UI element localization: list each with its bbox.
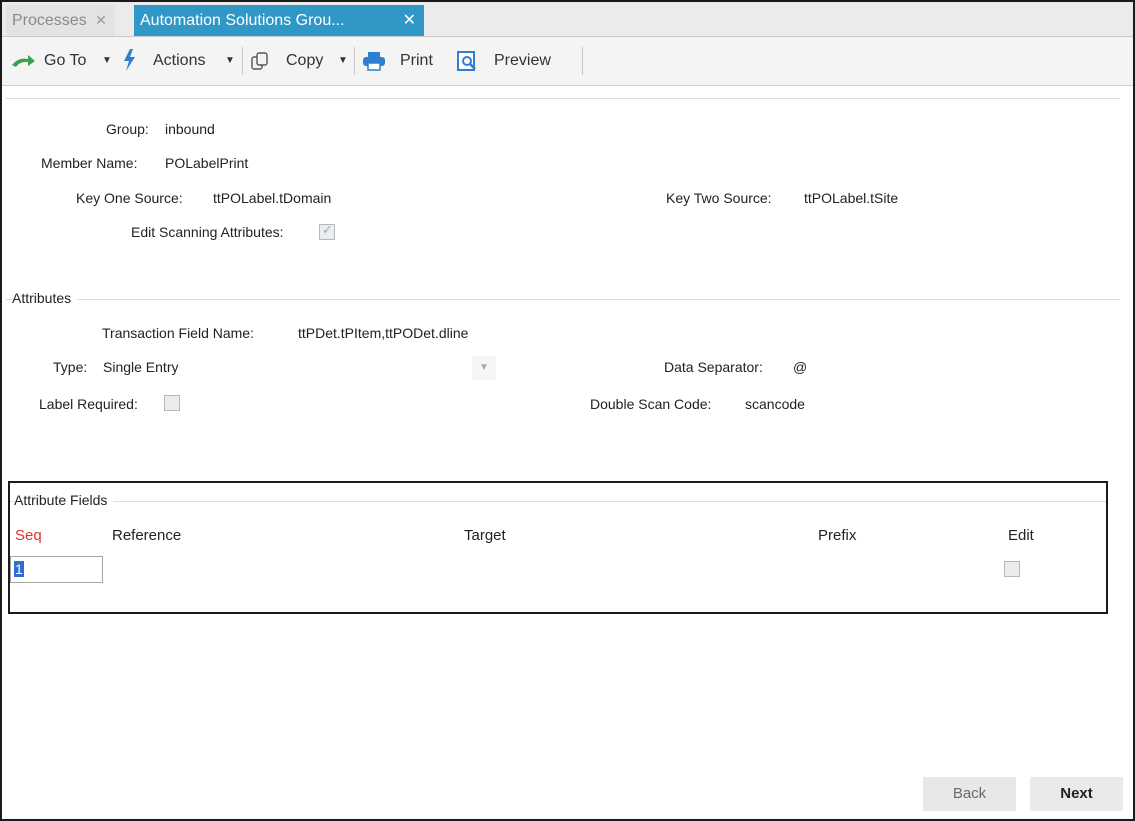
transaction-field-name-label: Transaction Field Name: (102, 325, 254, 341)
print-label: Print (400, 52, 433, 69)
copy-label: Copy (286, 52, 324, 69)
attribute-fields-section-title: Attribute Fields (14, 492, 114, 508)
preview-label: Preview (494, 52, 551, 69)
data-separator-label: Data Separator: (664, 359, 763, 375)
back-button[interactable]: Back (923, 777, 1016, 811)
key-one-source-label: Key One Source: (76, 190, 183, 206)
chevron-down-icon: ▼ (102, 55, 112, 66)
next-button[interactable]: Next (1030, 777, 1123, 811)
chevron-down-icon: ▼ (338, 55, 348, 66)
column-header-prefix[interactable]: Prefix (818, 527, 856, 544)
label-required-label: Label Required: (39, 396, 138, 412)
tab-automation-solutions-group[interactable]: Automation Solutions Grou... ✕ (134, 5, 424, 36)
copy-icon (251, 52, 268, 70)
double-scan-code-value: scancode (745, 396, 805, 412)
column-header-target[interactable]: Target (464, 527, 506, 544)
close-icon[interactable]: ✕ (403, 5, 416, 36)
edit-scanning-attributes-checkbox[interactable] (319, 222, 335, 240)
edit-scanning-attributes-label: Edit Scanning Attributes: (131, 224, 284, 240)
transaction-field-name-value: ttPDet.tPItem,ttPODet.dline (298, 325, 469, 341)
member-name-value: POLabelPrint (165, 155, 249, 171)
group-label: Group: (106, 121, 149, 137)
toolbar-separator (242, 47, 243, 75)
attributes-divider (6, 299, 1120, 300)
toolbar-separator (582, 47, 583, 75)
chevron-down-icon: ▼ (225, 55, 235, 66)
column-header-edit[interactable]: Edit (1008, 527, 1034, 544)
double-scan-code-label: Double Scan Code: (590, 396, 712, 412)
attribute-fields-divider (10, 501, 1106, 502)
key-two-source-value: ttPOLabel.tSite (804, 190, 899, 206)
label-required-checkbox[interactable] (164, 395, 180, 411)
attributes-section-title: Attributes (12, 290, 78, 306)
goto-button[interactable]: Go To ▼ (10, 37, 120, 85)
preview-button[interactable]: Preview (456, 37, 566, 85)
divider (6, 98, 1120, 99)
key-one-source-value: ttPOLabel.tDomain (213, 190, 332, 206)
data-separator-value: @ (793, 359, 808, 375)
chevron-down-icon[interactable]: ▼ (472, 356, 496, 380)
edit-checkbox[interactable] (1004, 561, 1020, 577)
printer-icon (363, 52, 385, 71)
actions-button[interactable]: Actions ▼ (120, 37, 240, 85)
preview-icon (457, 51, 476, 71)
seq-input-value: 1 (14, 561, 24, 577)
arrow-forward-icon (12, 55, 35, 67)
tab-active-label: Automation Solutions Grou... (140, 12, 345, 29)
seq-input[interactable]: 1 (10, 556, 103, 583)
type-value[interactable]: Single Entry (103, 359, 178, 375)
column-header-reference[interactable]: Reference (112, 527, 181, 544)
group-value: inbound (165, 121, 215, 137)
tab-bar: Processes ✕ Automation Solutions Grou...… (2, 2, 1133, 37)
column-header-seq[interactable]: Seq (15, 527, 42, 544)
member-name-label: Member Name: (41, 155, 138, 171)
lightning-icon (124, 49, 135, 71)
tab-processes-label: Processes (12, 12, 87, 29)
key-two-source-label: Key Two Source: (666, 190, 772, 206)
toolbar: Go To ▼ Actions ▼ Copy ▼ Print Preview (2, 37, 1133, 86)
actions-label: Actions (153, 52, 206, 69)
type-label: Type: (53, 359, 88, 375)
print-button[interactable]: Print (362, 37, 444, 85)
close-icon[interactable]: ✕ (95, 12, 107, 28)
tab-processes[interactable]: Processes ✕ (6, 5, 115, 36)
copy-button[interactable]: Copy ▼ (248, 37, 352, 85)
toolbar-separator (354, 47, 355, 75)
goto-label: Go To (44, 52, 87, 69)
